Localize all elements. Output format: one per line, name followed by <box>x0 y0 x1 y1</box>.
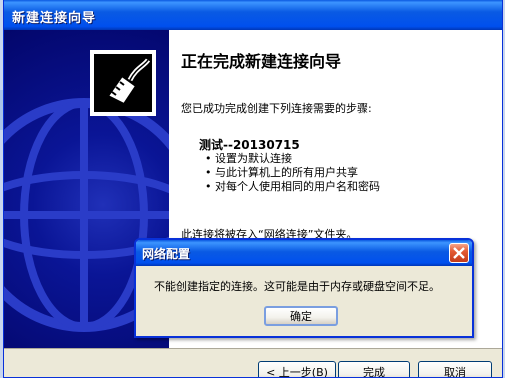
wizard-titlebar[interactable]: 新建连接向导 <box>4 0 502 30</box>
list-item: 与此计算机上的所有用户共享 <box>205 166 380 180</box>
wizard-title: 新建连接向导 <box>12 11 97 26</box>
intro-text: 您已成功完成创建下列连接需要的步骤: <box>181 102 372 115</box>
close-icon <box>453 247 465 259</box>
list-item: 对每个人使用相同的用户名和密码 <box>205 180 380 194</box>
cancel-button[interactable]: 取消 <box>418 361 492 377</box>
error-message: 不能创建指定的连接。这可能是由于内存或硬盘空间不足。 <box>154 280 440 293</box>
wizard-button-bar: < 上一步(B) 完成 取消 <box>4 348 502 377</box>
page-title: 正在完成新建连接向导 <box>181 52 342 71</box>
close-button[interactable] <box>449 243 469 263</box>
network-config-error-dialog: 网络配置 不能创建指定的连接。这可能是由于内存或硬盘空间不足。 确定 <box>134 238 474 338</box>
dialog-title: 网络配置 <box>142 247 191 261</box>
dialog-titlebar[interactable]: 网络配置 <box>136 240 472 266</box>
settings-list: 设置为默认连接 与此计算机上的所有用户共享 对每个人使用相同的用户名和密码 <box>205 152 380 194</box>
network-cable-icon <box>90 50 156 116</box>
list-item: 设置为默认连接 <box>205 152 380 166</box>
connection-name: 测试--20130715 <box>199 138 300 152</box>
ok-button[interactable]: 确定 <box>264 306 338 326</box>
back-button[interactable]: < 上一步(B) <box>258 361 336 377</box>
finish-button[interactable]: 完成 <box>338 361 410 377</box>
